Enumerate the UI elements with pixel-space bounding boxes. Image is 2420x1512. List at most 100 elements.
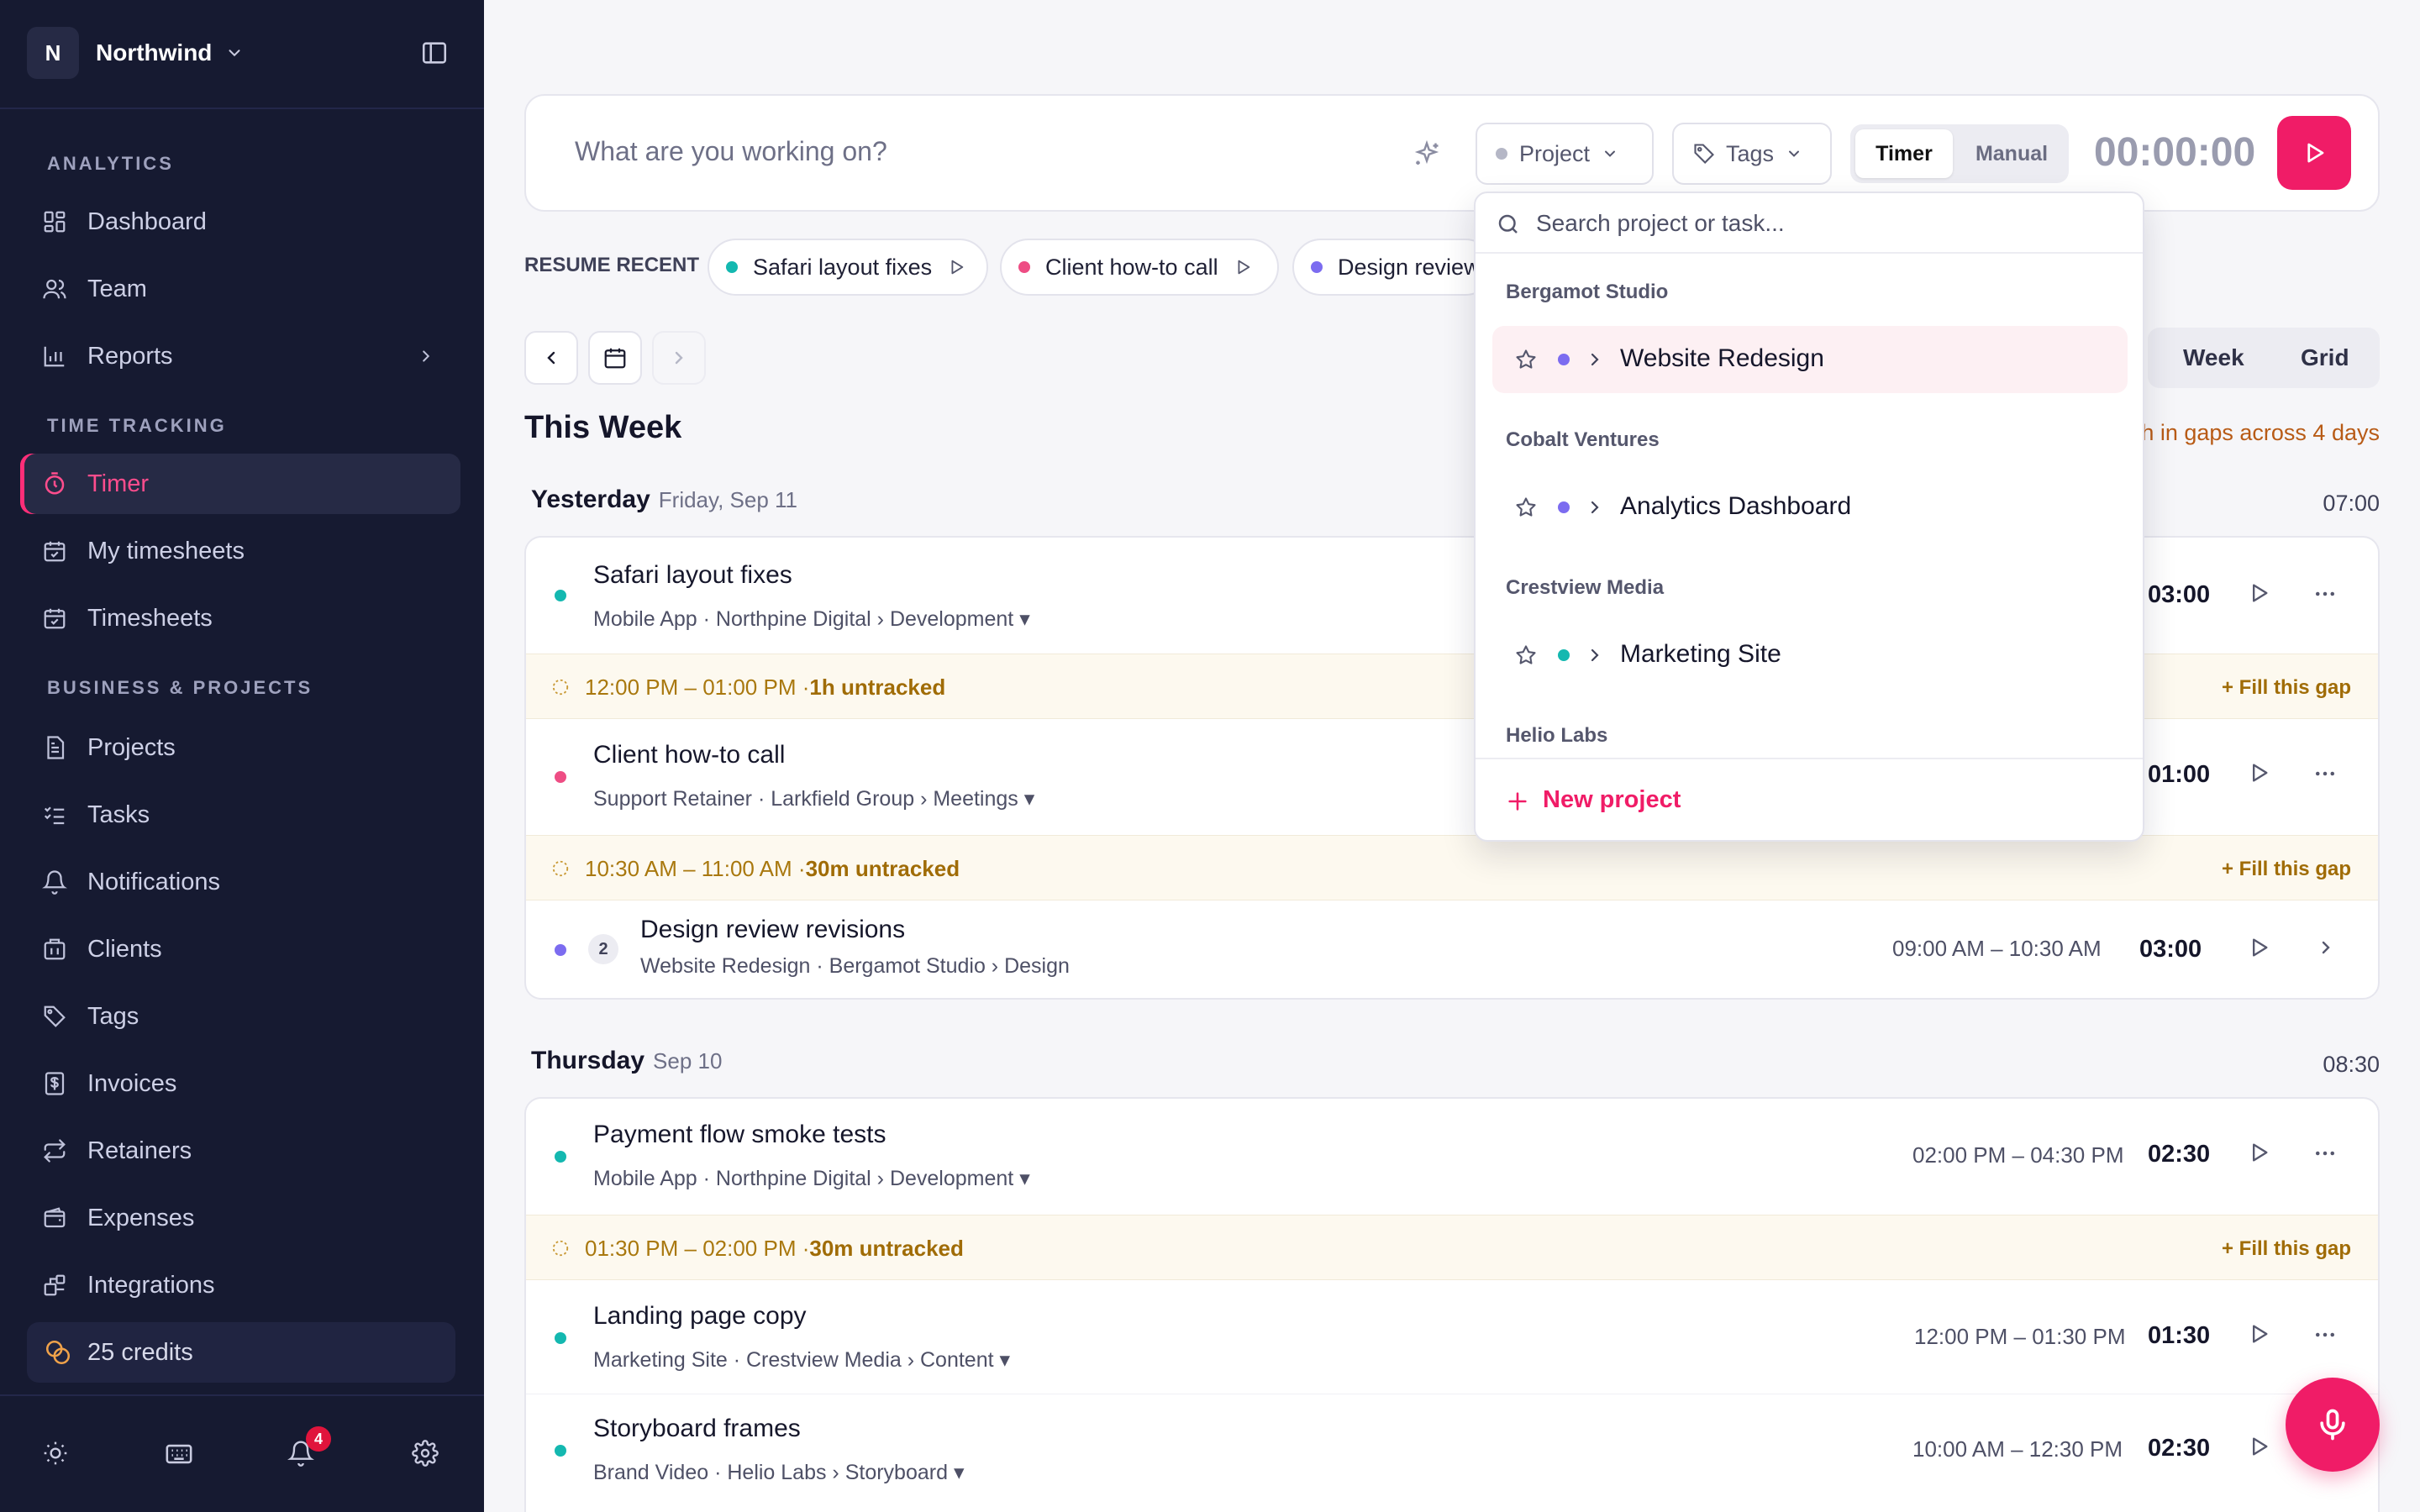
project-option[interactable]: Analytics Dashboard bbox=[1492, 474, 2128, 541]
more-horizontal-icon[interactable] bbox=[2312, 761, 2338, 786]
more-horizontal-icon[interactable] bbox=[2312, 1322, 2338, 1347]
project-dot bbox=[1558, 354, 1570, 365]
sidebar-item-label: Tasks bbox=[87, 801, 150, 828]
voice-input-button[interactable] bbox=[2286, 1378, 2380, 1472]
bar-chart-icon bbox=[40, 342, 69, 370]
dashed-clock-icon bbox=[551, 678, 570, 696]
entry-project-path[interactable]: Marketing Site · Crestview Media › Conte… bbox=[593, 1347, 1010, 1373]
chevron-right-icon[interactable] bbox=[1585, 497, 1605, 517]
project-search[interactable]: Search project or task... bbox=[1476, 193, 2143, 254]
untracked-gap-row: 01:30 PM – 02:00 PM ·30m untracked + Fil… bbox=[526, 1215, 2378, 1280]
project-option[interactable]: Marketing Site bbox=[1492, 622, 2128, 689]
sidebar-toggle-icon[interactable] bbox=[420, 39, 449, 67]
page-title: This Week bbox=[524, 410, 682, 445]
project-dropdown: Search project or task... Bergamot Studi… bbox=[1474, 192, 2144, 842]
entry-title: Client how-to call bbox=[593, 741, 786, 769]
sidebar-item-tags[interactable]: Tags bbox=[20, 986, 460, 1047]
fill-gap-button[interactable]: + Fill this gap bbox=[2222, 858, 2351, 881]
recent-chip[interactable]: Safari layout fixes bbox=[708, 239, 988, 296]
play-icon[interactable] bbox=[2247, 581, 2270, 605]
new-project-button[interactable]: New project bbox=[1476, 758, 2143, 840]
divider bbox=[0, 108, 484, 109]
search-input[interactable]: Search project or task... bbox=[1536, 210, 1785, 237]
sidebar-item-tasks[interactable]: Tasks bbox=[20, 785, 460, 845]
resume-recent-label: RESUME RECENT bbox=[524, 254, 700, 276]
time-entry-row[interactable]: Storyboard frames Brand Video · Helio La… bbox=[526, 1394, 2378, 1510]
sidebar-item-my-timesheets[interactable]: My timesheets bbox=[20, 521, 460, 581]
next-week-button[interactable] bbox=[652, 331, 706, 385]
day-date: Friday, Sep 11 bbox=[658, 487, 798, 512]
project-dot bbox=[726, 261, 738, 273]
calendar-check-icon bbox=[40, 604, 69, 633]
chevron-right-icon[interactable] bbox=[2316, 937, 2336, 958]
sidebar-item-expenses[interactable]: Expenses bbox=[20, 1188, 460, 1248]
sidebar-item-projects[interactable]: Projects bbox=[20, 717, 460, 778]
sidebar-item-clients[interactable]: Clients bbox=[20, 919, 460, 979]
prev-week-button[interactable] bbox=[524, 331, 578, 385]
entry-time-range: 09:00 AM – 10:30 AM bbox=[1892, 936, 2102, 961]
play-icon[interactable] bbox=[2247, 1435, 2270, 1458]
credits-button[interactable]: 25 credits bbox=[27, 1322, 455, 1383]
sidebar-item-label: Reports bbox=[87, 342, 173, 370]
play-icon[interactable] bbox=[2247, 1141, 2270, 1164]
settings-gear-icon[interactable] bbox=[412, 1440, 439, 1467]
entry-project-path: Website Redesign · Bergamot Studio › Des… bbox=[640, 954, 1070, 978]
fill-gap-button[interactable]: + Fill this gap bbox=[2222, 676, 2351, 700]
recent-chip[interactable]: Client how-to call bbox=[1000, 239, 1279, 296]
sidebar-item-dashboard[interactable]: Dashboard bbox=[20, 192, 460, 252]
entry-title: Safari layout fixes bbox=[593, 561, 792, 589]
divider bbox=[0, 1394, 484, 1396]
entry-path-text: Marketing Site · Crestview Media › Conte… bbox=[593, 1348, 994, 1372]
gap-range: 12:00 PM – 01:00 PM ·1h untracked bbox=[585, 675, 945, 701]
entry-project-path[interactable]: Brand Video · Helio Labs › Storyboard ▾ bbox=[593, 1460, 965, 1485]
sparkle-icon[interactable] bbox=[1412, 139, 1442, 170]
time-entry-row[interactable]: Payment flow smoke tests Mobile App · No… bbox=[526, 1099, 2378, 1215]
fill-gap-button[interactable]: + Fill this gap bbox=[2222, 1237, 2351, 1261]
star-icon[interactable] bbox=[1514, 496, 1538, 519]
time-entry-row[interactable]: Landing page copy Marketing Site · Crest… bbox=[526, 1280, 2378, 1394]
tags-select[interactable]: Tags bbox=[1672, 123, 1832, 185]
notifications-bell[interactable]: 4 bbox=[287, 1426, 331, 1467]
sidebar-item-label: Projects bbox=[87, 733, 176, 761]
entry-project-path[interactable]: Support Retainer · Larkfield Group › Mee… bbox=[593, 786, 1034, 811]
more-horizontal-icon[interactable] bbox=[2312, 581, 2338, 606]
keyboard-icon[interactable] bbox=[165, 1440, 193, 1468]
project-option[interactable]: Website Redesign bbox=[1492, 326, 2128, 393]
caret-down-icon: ▾ bbox=[953, 1461, 965, 1484]
star-icon[interactable] bbox=[1514, 348, 1538, 371]
star-icon[interactable] bbox=[1514, 643, 1538, 667]
entry-project-path[interactable]: Mobile App · Northpine Digital › Develop… bbox=[593, 606, 1030, 632]
sidebar-item-retainers[interactable]: Retainers bbox=[20, 1121, 460, 1181]
sidebar-item-timesheets[interactable]: Timesheets bbox=[20, 588, 460, 648]
sidebar-item-invoices[interactable]: Invoices bbox=[20, 1053, 460, 1114]
view-week-tab[interactable]: Week bbox=[2183, 344, 2244, 371]
calendar-button[interactable] bbox=[588, 331, 642, 385]
stopwatch-icon bbox=[40, 470, 69, 498]
mode-timer-tab[interactable]: Timer bbox=[1855, 129, 1953, 178]
chevron-right-icon[interactable] bbox=[1585, 349, 1605, 370]
view-grid-tab[interactable]: Grid bbox=[2301, 344, 2349, 371]
start-timer-button[interactable] bbox=[2277, 116, 2351, 190]
sidebar-item-timer[interactable]: Timer bbox=[20, 454, 460, 514]
play-icon[interactable] bbox=[2247, 1322, 2270, 1346]
sidebar-item-notifications[interactable]: Notifications bbox=[20, 852, 460, 912]
sun-icon[interactable] bbox=[42, 1440, 69, 1467]
chevron-right-icon[interactable] bbox=[1585, 645, 1605, 665]
play-icon[interactable] bbox=[2247, 936, 2270, 959]
time-entry-group-row[interactable]: 2 Design review revisions Website Redesi… bbox=[526, 900, 2378, 998]
tag-icon bbox=[1692, 142, 1716, 165]
document-icon bbox=[40, 733, 69, 762]
workspace-switcher[interactable]: N Northwind bbox=[27, 27, 244, 79]
description-input[interactable]: What are you working on? bbox=[575, 136, 887, 167]
sidebar-item-label: Invoices bbox=[87, 1069, 177, 1097]
sidebar-item-reports[interactable]: Reports bbox=[20, 326, 460, 386]
recent-chip[interactable]: Design review bbox=[1292, 239, 1494, 296]
sidebar-item-team[interactable]: Team bbox=[20, 259, 460, 319]
mode-manual-tab[interactable]: Manual bbox=[1960, 129, 2064, 178]
more-horizontal-icon[interactable] bbox=[2312, 1141, 2338, 1166]
sidebar-item-label: Integrations bbox=[87, 1271, 215, 1299]
entry-project-path[interactable]: Mobile App · Northpine Digital › Develop… bbox=[593, 1166, 1030, 1191]
project-select[interactable]: Project bbox=[1476, 123, 1654, 185]
sidebar-item-integrations[interactable]: Integrations bbox=[20, 1255, 460, 1315]
play-icon[interactable] bbox=[2247, 761, 2270, 785]
